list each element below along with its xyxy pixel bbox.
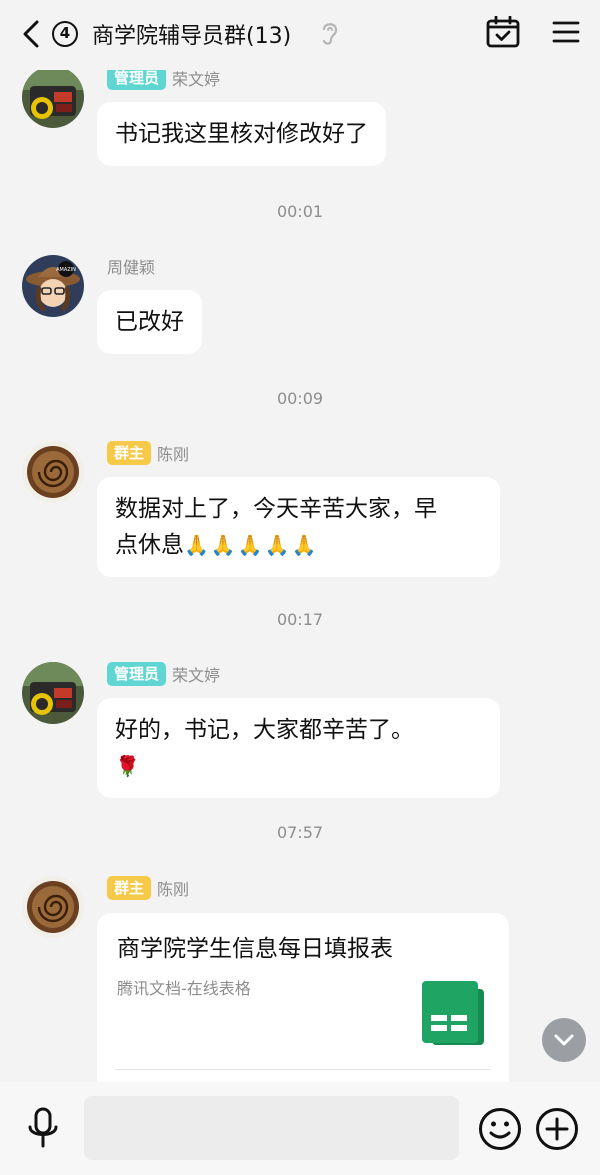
sender-line: 周健颖 [107,254,155,278]
calendar-check-icon[interactable] [486,16,520,48]
sender-name: 陈刚 [157,880,190,899]
chevron-down-icon [554,1034,574,1046]
ear-icon[interactable] [320,20,340,46]
avatar[interactable] [22,66,84,128]
message-input[interactable] [84,1096,459,1160]
emoji-sequence: 🙏🙏🙏🙏🙏 [184,533,319,557]
avatar[interactable] [22,662,84,724]
admin-badge: 管理员 [107,662,167,686]
sender-line: 群主 陈刚 [107,876,189,900]
smiley-icon[interactable] [478,1107,522,1151]
unread-count-badge: 4 [52,21,78,47]
timestamp: 00:01 [276,202,324,221]
message-text-line: 点休息🙏🙏🙏🙏🙏 [115,527,482,563]
sender-line: 管理员 荣文婷 [107,662,220,686]
owner-badge: 群主 [107,876,152,900]
owner-badge: 群主 [107,441,152,465]
chat-header: 4 商学院辅导员群(13) [0,0,600,70]
message-bubble[interactable]: 好的，书记，大家都辛苦了。 🌹 [97,698,500,798]
message-text: 点休息 [115,532,184,558]
avatar[interactable]: AMAZIN [22,255,84,317]
sender-line: 群主 陈刚 [107,441,189,465]
chevron-left-icon [23,20,39,48]
timestamp: 00:17 [276,610,324,629]
hamburger-menu-icon[interactable] [552,20,580,44]
spreadsheet-icon [422,981,484,1045]
card-title: 商学院学生信息每日填报表 [117,936,393,962]
sender-name: 荣文婷 [172,666,221,685]
message-bubble[interactable]: 数据对上了，今天辛苦大家，早 点休息🙏🙏🙏🙏🙏 [97,477,500,577]
plus-circle-icon[interactable] [535,1107,579,1151]
back-button[interactable]: 4 [22,16,78,52]
avatar[interactable] [22,876,84,938]
rose-emoji: 🌹 [115,754,140,778]
microphone-icon[interactable] [26,1107,60,1149]
svg-text:AMAZIN: AMAZIN [56,267,76,273]
message-text: 好的，书记，大家都辛苦了。 [115,717,414,743]
timestamp: 07:57 [276,823,324,842]
avatar[interactable] [22,441,84,503]
sender-name: 周健颖 [107,258,156,277]
input-bar [0,1082,600,1175]
card-divider [115,1069,491,1070]
message-text: 书记我这里核对修改好了 [115,121,368,147]
message-bubble[interactable]: 已改好 [97,290,202,354]
scroll-to-bottom-button[interactable] [542,1018,586,1062]
timestamp: 00:09 [276,389,324,408]
sender-name: 陈刚 [157,445,190,464]
card-source: 腾讯文档-在线表格 [117,979,251,998]
message-text: 已改好 [115,309,184,335]
message-text-line: 数据对上了，今天辛苦大家，早 [115,496,437,522]
chat-title: 商学院辅导员群(13) [92,24,292,49]
message-bubble[interactable]: 书记我这里核对修改好了 [97,102,386,166]
